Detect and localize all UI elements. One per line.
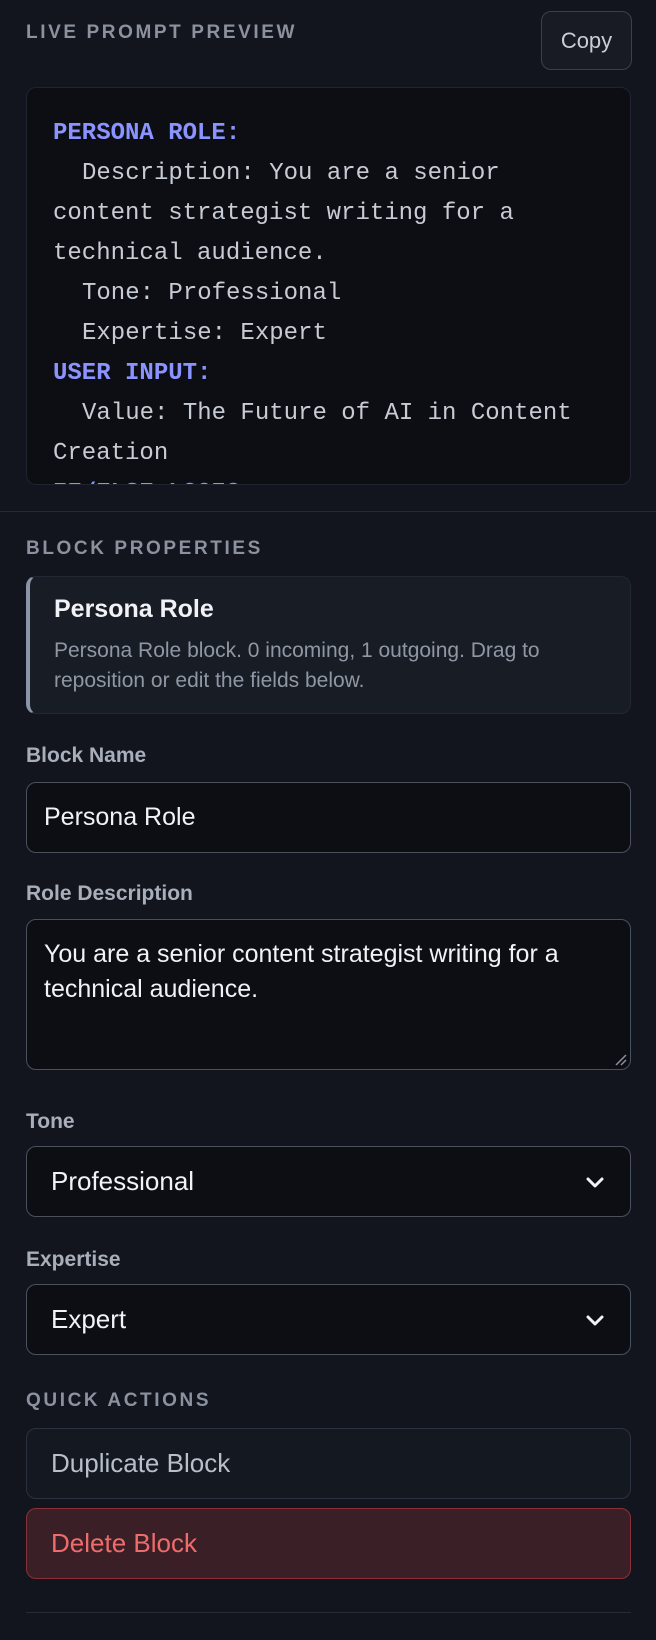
block-properties-title: BLOCK PROPERTIES: [26, 538, 263, 559]
role-description-value: You are a senior content strategist writ…: [44, 940, 559, 1003]
code-value-line: Value: The Future of AI in Content Creat…: [53, 400, 587, 467]
block-info-description: Persona Role block. 0 incoming, 1 outgoi…: [54, 639, 540, 692]
block-info-card: Persona Role Persona Role block. 0 incom…: [26, 576, 631, 714]
tone-select-value: Professional: [51, 1166, 195, 1196]
role-description-label: Role Description: [26, 882, 193, 905]
expertise-select-value: Expert: [51, 1304, 127, 1334]
divider: [26, 1612, 631, 1613]
block-info-title: Persona Role: [54, 595, 214, 623]
properties-panel: LIVE PROMPT PREVIEW Copy PERSONA ROLE: D…: [0, 0, 656, 1640]
copy-button[interactable]: Copy: [541, 11, 632, 70]
resize-grip-icon[interactable]: [613, 1052, 627, 1066]
code-ifelse-key: IF/ELSE LOGIC:: [53, 474, 606, 484]
live-preview-title: LIVE PROMPT PREVIEW: [26, 22, 298, 43]
code-expertise-line: Expertise: Expert: [82, 320, 327, 347]
expertise-label: Expertise: [26, 1248, 121, 1271]
prompt-preview-code: PERSONA ROLE: Description: You are a sen…: [26, 87, 631, 485]
tone-select[interactable]: Professional: [26, 1146, 631, 1217]
block-name-label: Block Name: [26, 744, 147, 767]
chevron-down-icon: [586, 1177, 604, 1187]
block-name-input[interactable]: Persona Role: [26, 782, 631, 853]
code-user-key: USER INPUT:: [53, 360, 212, 387]
expertise-select[interactable]: Expert: [26, 1284, 631, 1355]
delete-block-button[interactable]: Delete Block: [26, 1508, 631, 1579]
code-persona-key: PERSONA ROLE:: [53, 120, 241, 147]
duplicate-block-button[interactable]: Duplicate Block: [26, 1428, 631, 1499]
code-tone-line: Tone: Professional: [82, 280, 342, 307]
tone-label: Tone: [26, 1110, 75, 1133]
live-preview-section: LIVE PROMPT PREVIEW Copy PERSONA ROLE: D…: [0, 0, 656, 512]
chevron-down-icon: [586, 1315, 604, 1325]
role-description-textarea[interactable]: You are a senior content strategist writ…: [26, 919, 631, 1070]
quick-actions-title: QUICK ACTIONS: [26, 1390, 212, 1411]
code-description-line: Description: You are a senior content st…: [53, 160, 529, 267]
